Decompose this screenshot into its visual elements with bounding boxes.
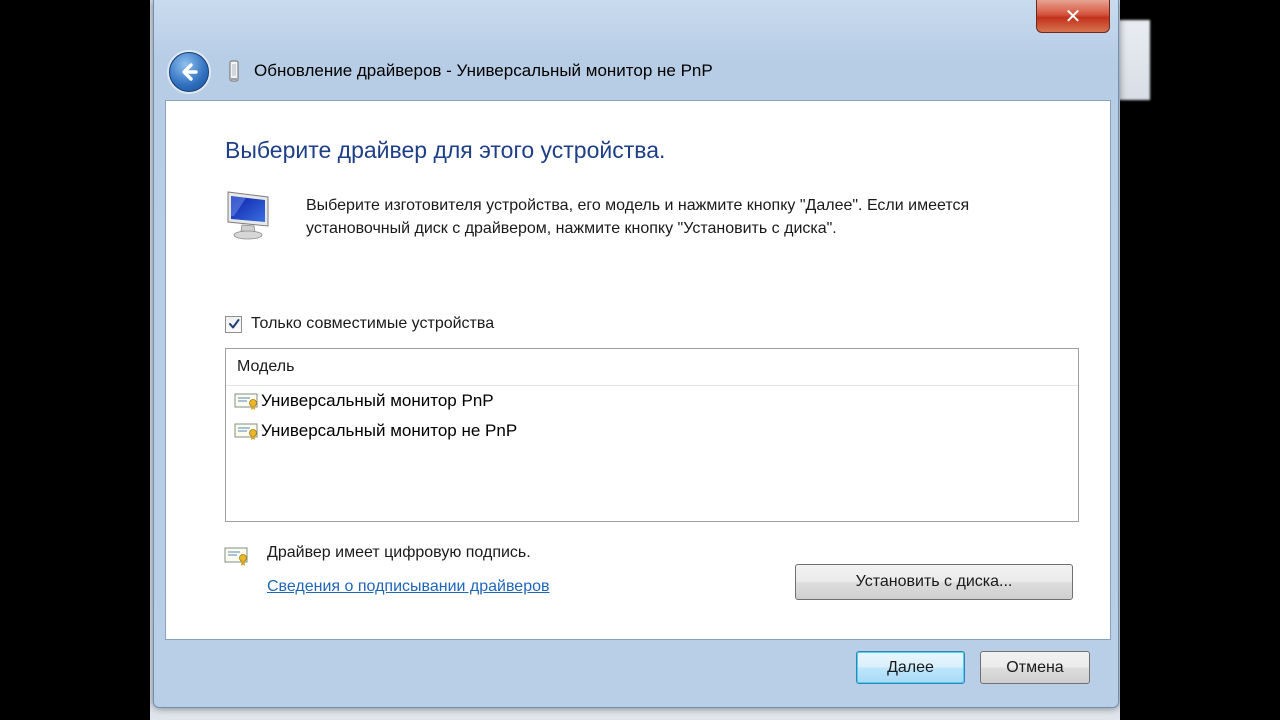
checkmark-icon xyxy=(228,319,239,329)
model-label: Универсальный монитор PnP xyxy=(261,391,494,410)
back-arrow-icon xyxy=(182,63,198,81)
instructions-text: Выберите изготовителя устройства, его мо… xyxy=(306,194,1066,240)
certificate-icon xyxy=(224,547,248,566)
cancel-button[interactable]: Отмена xyxy=(980,651,1090,684)
close-button[interactable]: ✕ xyxy=(1036,0,1110,33)
compatible-devices-filter[interactable]: Только совместимые устройства xyxy=(225,315,494,333)
list-item[interactable]: Универсальный монитор не PnP xyxy=(226,416,1078,446)
have-disk-button[interactable]: Установить с диска... xyxy=(795,564,1073,600)
list-item[interactable]: Универсальный монитор PnP xyxy=(226,386,1078,416)
compatible-devices-checkbox[interactable] xyxy=(225,315,242,333)
monitor-icon xyxy=(227,191,269,240)
page-heading: Выберите драйвер для этого устройства. xyxy=(225,137,666,163)
close-icon: ✕ xyxy=(1064,4,1082,28)
next-button[interactable]: Далее xyxy=(856,651,965,684)
instructions-line-2: установочный диск с драйвером, нажмите к… xyxy=(306,220,837,237)
certificate-icon xyxy=(234,393,258,410)
model-list[interactable]: Модель Универсальный монитор PnP Универс… xyxy=(225,348,1079,522)
window-title: Обновление драйверов - Универсальный мон… xyxy=(254,61,713,80)
signature-status: Драйвер имеет цифровую подпись. xyxy=(267,544,531,561)
model-column-header[interactable]: Модель xyxy=(226,349,1078,386)
instructions-line-1: Выберите изготовителя устройства, его мо… xyxy=(306,197,970,214)
certificate-icon xyxy=(234,423,258,440)
model-label: Универсальный монитор не PnP xyxy=(261,421,518,440)
back-button[interactable] xyxy=(169,52,209,92)
compatible-devices-label: Только совместимые устройства xyxy=(251,315,495,332)
device-icon xyxy=(229,60,239,82)
driver-signing-link[interactable]: Сведения о подписывании драйверов xyxy=(267,578,550,596)
